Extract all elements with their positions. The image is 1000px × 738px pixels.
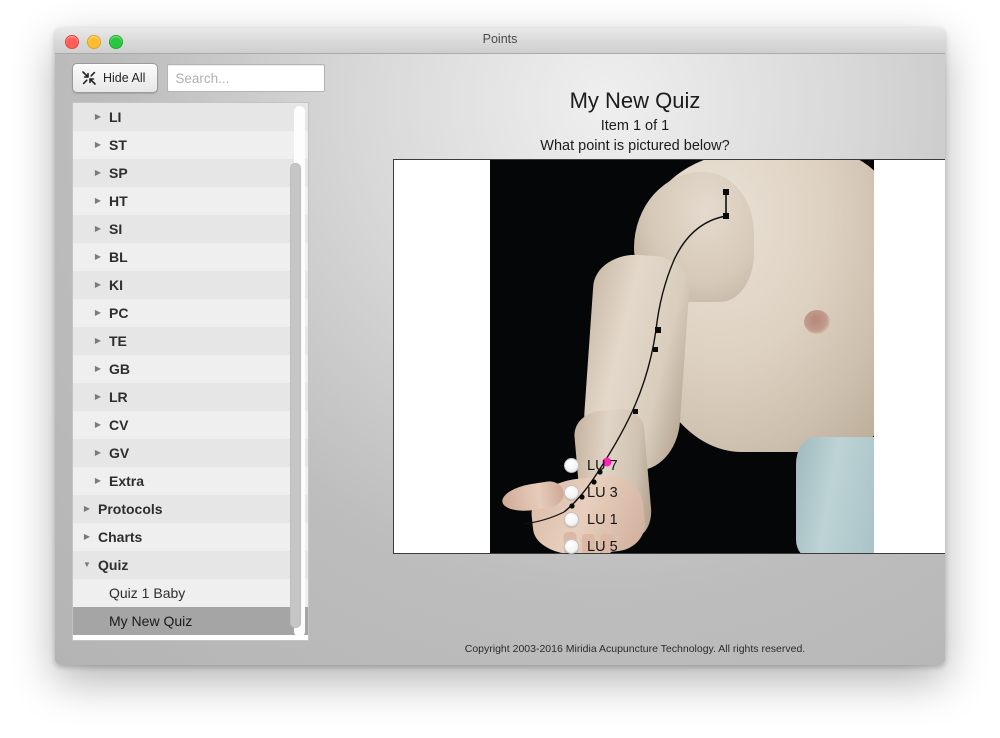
meridian-thumb-segment [523,511,565,525]
answer-option-label: LU 5 [587,538,618,555]
sidebar-item-label: BL [109,249,128,265]
chevron-right-icon[interactable]: ▶ [93,411,103,439]
answer-option-label: LU 1 [587,511,618,528]
quiz-prompt: What point is pictured below? [540,138,730,154]
sidebar-item-label: LR [109,389,128,405]
toolbar: Hide All [72,63,326,93]
answer-option-lu-7[interactable]: LU 7 [564,452,618,479]
sidebar-item-label: LI [109,109,122,125]
sidebar-item-protocols[interactable]: ▶ Protocols [73,495,308,523]
answer-option-label: LU 7 [587,457,618,474]
sidebar-item-gb[interactable]: ▶ GB [73,355,308,383]
answer-option-lu-1[interactable]: LU 1 [564,506,618,533]
answer-option-lu-3[interactable]: LU 3 [564,479,618,506]
sidebar-item-label: Quiz 1 Baby [109,585,186,601]
point-marker [653,347,658,352]
quiz-progress: Item 1 of 1 [600,118,670,134]
sidebar-item-label: Protocols [98,501,163,517]
sidebar-scrollbar-track[interactable] [290,106,305,637]
hide-all-label: Hide All [103,71,146,85]
sidebar-scrollbar-thumb[interactable] [290,163,301,628]
sidebar-item-label: HT [109,193,128,209]
sidebar-item-label: Charts [98,529,143,545]
sidebar-item-label: ST [109,137,127,153]
sidebar-item-st[interactable]: ▶ ST [73,131,308,159]
answer-options: LU 7 LU 3 LU 1 LU 5 [564,452,618,560]
sidebar-item-pc[interactable]: ▶ PC [73,299,308,327]
sidebar-item-quiz[interactable]: ▼ Quiz [73,551,308,579]
acupuncture-point-photo [490,160,874,553]
chevron-right-icon[interactable]: ▶ [93,103,103,131]
sidebar-item-label: SP [109,165,128,181]
quiz-panel: My New Quiz Item 1 of 1 What point is pi… [325,54,945,665]
answer-option-label: LU 3 [587,484,618,501]
radio-button-icon[interactable] [564,485,579,500]
radio-button-icon[interactable] [564,458,579,473]
radio-button-icon[interactable] [564,512,579,527]
chevron-right-icon[interactable]: ▶ [93,355,103,383]
sidebar-item-extra[interactable]: ▶ Extra [73,467,308,495]
chevron-down-icon[interactable]: ▼ [82,551,92,579]
sidebar-item-lr[interactable]: ▶ LR [73,383,308,411]
sidebar-item-gv[interactable]: ▶ GV [73,439,308,467]
sidebar-item-label: SI [109,221,123,237]
collapse-arrows-icon [82,71,96,85]
sidebar-item-te[interactable]: ▶ TE [73,327,308,355]
chevron-right-icon[interactable]: ▶ [93,243,103,271]
sidebar-item-label: GV [109,445,130,461]
sidebar-item-label: Quiz [98,557,129,573]
chevron-right-icon[interactable]: ▶ [82,523,92,551]
chevron-right-icon[interactable]: ▶ [93,467,103,495]
sidebar-item-label: KI [109,277,123,293]
sidebar-item-li[interactable]: ▶ LI [73,103,308,131]
answer-option-lu-5[interactable]: LU 5 [564,533,618,560]
chevron-right-icon[interactable]: ▶ [93,187,103,215]
radio-button-icon[interactable] [564,539,579,554]
sidebar-item-charts[interactable]: ▶ Charts [73,523,308,551]
quiz-image-frame [393,159,945,554]
lung-meridian-overlay [523,189,729,525]
point-marker [723,213,729,219]
chevron-right-icon[interactable]: ▶ [82,495,92,523]
chevron-right-icon[interactable]: ▶ [93,383,103,411]
quiz-title: My New Quiz [569,88,701,113]
sidebar-item-ht[interactable]: ▶ HT [73,187,308,215]
window-body: Hide All ▶LI▶ST▶SP▶HT▶SI▶BL▶KI▶PC▶TE▶GB▶… [55,54,945,665]
point-marker [723,189,729,195]
sidebar-item-label: GB [109,361,130,377]
search-input[interactable] [167,64,326,92]
hide-all-button[interactable]: Hide All [72,63,159,93]
sidebar-list: ▶ LI ▶ ST ▶ SP ▶ HT ▶ SI ▶ BL ▶ KI ▶ PC ▶ TE ▶ GB ▶ LR ▶ CV ▶ GV ▶… [73,103,308,635]
chevron-right-icon[interactable]: ▶ [93,299,103,327]
sidebar-outline[interactable]: ▶ LI ▶ ST ▶ SP ▶ HT ▶ SI ▶ BL ▶ KI ▶ PC ▶ TE ▶ GB ▶ LR ▶ CV ▶ GV ▶… [72,102,309,641]
point-marker [655,327,661,333]
sidebar-item-label: Extra [109,473,145,489]
sidebar-item-sp[interactable]: ▶ SP [73,159,308,187]
sidebar-item-si[interactable]: ▶ SI [73,215,308,243]
point-marker [633,409,638,414]
chevron-right-icon[interactable]: ▶ [93,327,103,355]
sidebar-item-label: CV [109,417,129,433]
chevron-right-icon[interactable]: ▶ [93,131,103,159]
chevron-right-icon[interactable]: ▶ [93,439,103,467]
app-window: Points Hide All Search... ▶ LI ▶ ST ▶ SP… [55,28,945,665]
chevron-right-icon[interactable]: ▶ [93,159,103,187]
sidebar-item-label: My New Quiz [109,613,193,629]
chevron-right-icon[interactable]: ▶ [93,215,103,243]
window-title: Points [482,32,518,46]
sidebar-item-label: TE [109,333,127,349]
sidebar-item-cv[interactable]: ▶ CV [73,411,308,439]
sidebar-item-quiz-1-baby[interactable]: Quiz 1 Baby [73,579,308,607]
sidebar-item-label: PC [109,305,129,321]
sidebar-item-ki[interactable]: ▶ KI [73,271,308,299]
sidebar-item-my-new-quiz[interactable]: My New Quiz [73,607,308,635]
sidebar-item-bl[interactable]: ▶ BL [73,243,308,271]
copyright-text: Copyright 2003-2016 Miridia Acupuncture … [464,643,806,655]
window-titlebar[interactable]: Points [55,28,945,54]
screen: Points Hide All Search... ▶ LI ▶ ST ▶ SP… [0,0,1000,738]
chevron-right-icon[interactable]: ▶ [93,271,103,299]
